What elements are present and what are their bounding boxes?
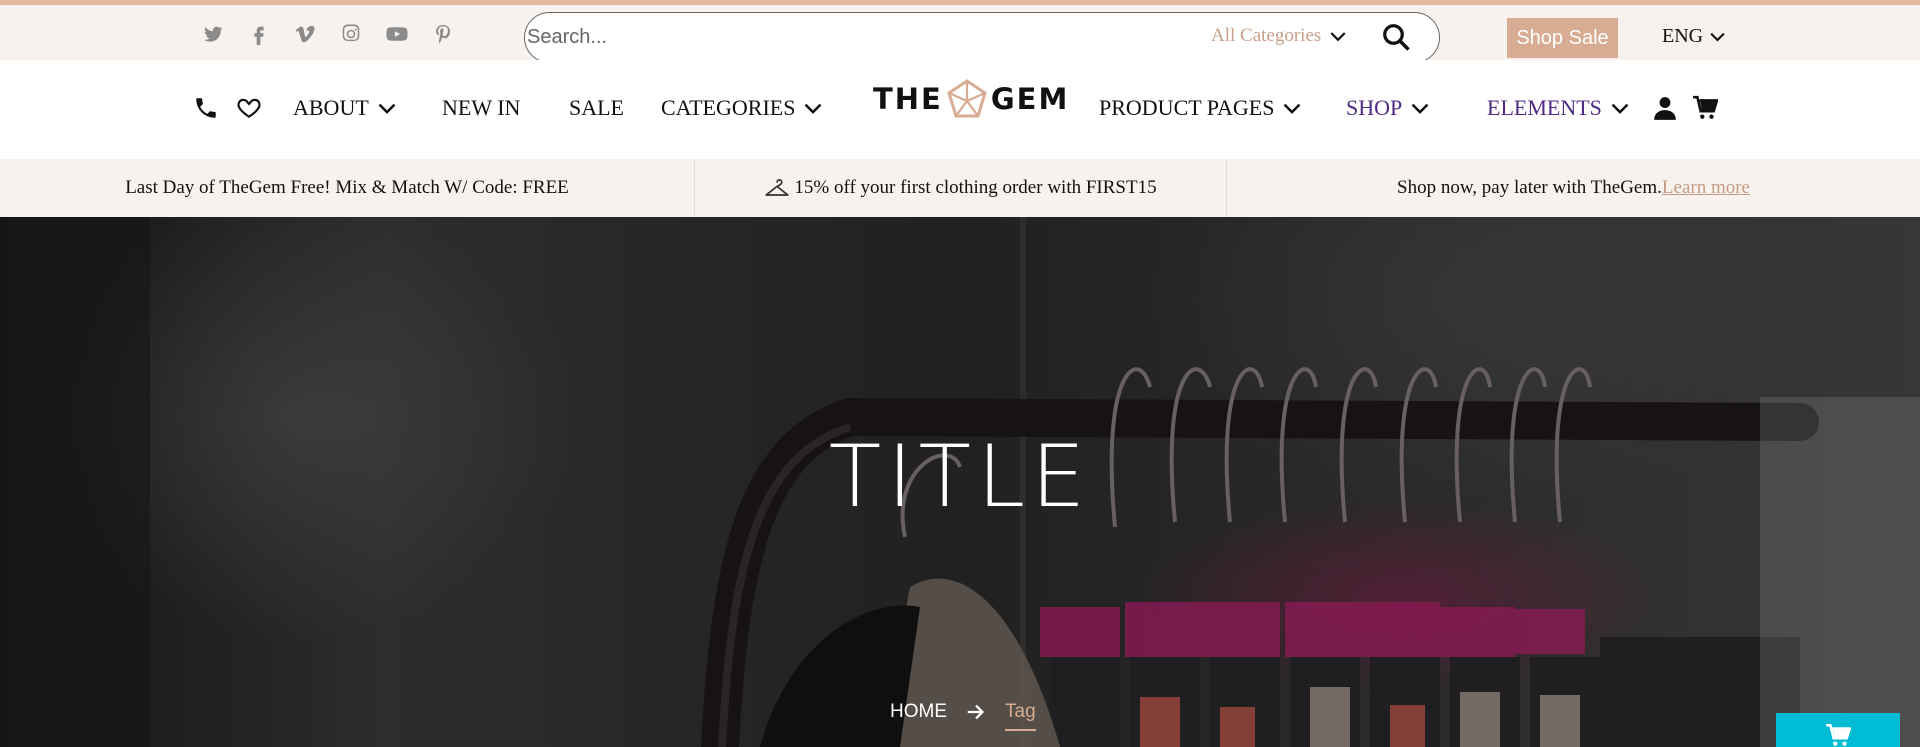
floating-cart-button[interactable] [1776,713,1900,747]
promo-bar: Last Day of TheGem Free! Mix & Match W/ … [0,159,1920,217]
breadcrumb-home[interactable]: HOME [890,701,947,723]
social-links [190,21,466,47]
nav-elements[interactable]: ELEMENTS [1487,95,1630,121]
nav-new-in-label: NEW IN [442,95,521,120]
category-dropdown[interactable]: All Categories [1211,25,1347,47]
top-bar: All Categories Shop Sale ENG [0,5,1920,63]
chevron-down-icon [1330,32,1346,42]
nav-shop[interactable]: SHOP [1346,95,1430,121]
breadcrumb-current: Tag [1005,701,1036,731]
chevron-down-icon [1710,32,1725,42]
instagram-icon[interactable] [328,21,374,47]
twitter-icon[interactable] [190,21,236,47]
arrow-right-icon [967,704,985,720]
youtube-icon[interactable] [374,21,420,47]
language-label: ENG [1662,25,1704,47]
hero-banner: TITLE HOME Tag [0,217,1920,747]
logo-text-the: THE [873,82,943,116]
search-bar: All Categories [524,12,1440,63]
search-icon[interactable] [1381,22,1411,52]
pinterest-icon[interactable] [420,21,466,47]
nav-categories[interactable]: CATEGORIES [661,95,823,121]
promo-left-text: Last Day of TheGem Free! Mix & Match W/ … [125,177,569,198]
main-navigation: ABOUT NEW IN SALE CATEGORIES THE GEM PRO… [0,60,1920,159]
promo-center-text: 15% off your first clothing order with F… [794,177,1157,198]
user-icon[interactable] [1652,95,1678,121]
nav-product-pages[interactable]: PRODUCT PAGES [1099,95,1302,121]
phone-icon[interactable] [193,95,219,121]
category-dropdown-label: All Categories [1211,25,1322,46]
logo-text-gem: GEM [990,82,1070,116]
learn-more-link[interactable]: Learn more [1662,177,1750,199]
nav-product-pages-label: PRODUCT PAGES [1099,95,1275,120]
chevron-down-icon [1411,103,1429,114]
site-logo[interactable]: THE GEM [873,78,1069,120]
cart-icon[interactable] [1692,95,1718,121]
nav-sale[interactable]: SALE [569,95,624,121]
page-title: TITLE [828,427,1092,527]
chevron-down-icon [805,103,822,114]
nav-categories-label: CATEGORIES [661,95,796,120]
promo-right: Shop now, pay later with TheGem. Learn mo… [1227,159,1920,217]
chevron-down-icon [1611,103,1629,114]
facebook-icon[interactable] [236,21,282,47]
promo-left: Last Day of TheGem Free! Mix & Match W/ … [0,159,694,217]
cart-icon [1826,723,1851,746]
nav-sale-label: SALE [569,95,624,120]
shop-sale-label: Shop Sale [1516,26,1609,49]
nav-new-in[interactable]: NEW IN [442,95,520,121]
shop-sale-button[interactable]: Shop Sale [1507,18,1618,58]
nav-about-label: ABOUT [293,95,369,120]
language-selector[interactable]: ENG [1662,25,1726,48]
vimeo-icon[interactable] [282,21,328,47]
promo-center: 15% off your first clothing order with F… [695,159,1226,217]
chevron-down-icon [1284,103,1301,114]
nav-about[interactable]: ABOUT [293,95,397,121]
nav-shop-label: SHOP [1346,95,1403,120]
promo-right-text: Shop now, pay later with TheGem. [1397,177,1662,198]
nav-elements-label: ELEMENTS [1487,95,1602,120]
chevron-down-icon [378,103,396,114]
hanger-icon [765,179,790,196]
heart-icon[interactable] [236,95,262,121]
breadcrumb: HOME Tag [890,693,1036,731]
gem-logo-icon [947,79,987,118]
search-input[interactable] [527,21,1127,53]
